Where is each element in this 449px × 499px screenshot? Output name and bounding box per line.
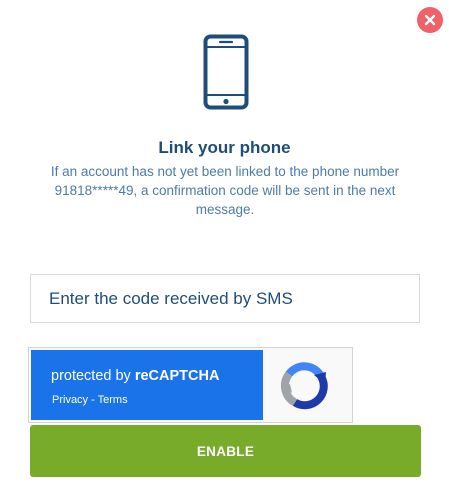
recaptcha-links: Privacy - Terms xyxy=(52,394,128,406)
enable-button[interactable]: ENABLE xyxy=(30,425,421,477)
recaptcha-privacy-link[interactable]: Privacy xyxy=(52,394,88,406)
dialog-description: If an account has not yet been linked to… xyxy=(50,164,400,217)
sms-code-input[interactable] xyxy=(30,274,420,323)
recaptcha-widget[interactable]: protected by reCAPTCHA Privacy - Terms xyxy=(28,347,353,423)
close-button[interactable] xyxy=(417,7,443,33)
recaptcha-link-separator: - xyxy=(88,394,98,406)
recaptcha-badge: protected by reCAPTCHA Privacy - Terms xyxy=(31,350,263,420)
close-icon xyxy=(424,14,436,26)
recaptcha-brand: reCAPTCHA xyxy=(134,368,220,384)
dialog-title: Link your phone xyxy=(158,138,291,157)
recaptcha-logo-icon xyxy=(280,362,328,410)
smartphone-icon xyxy=(203,34,249,115)
recaptcha-protected-prefix: protected by xyxy=(51,368,135,384)
recaptcha-terms-link[interactable]: Terms xyxy=(98,394,128,406)
recaptcha-protected-text: protected by reCAPTCHA xyxy=(51,368,219,384)
